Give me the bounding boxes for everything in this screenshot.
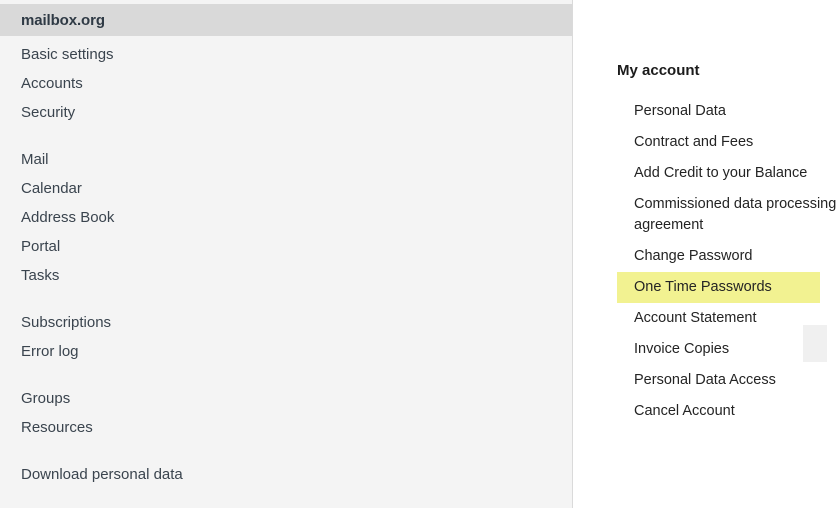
- brand-label: mailbox.org: [21, 11, 105, 29]
- sidebar-item-mail[interactable]: Mail: [0, 145, 572, 174]
- account-menu-list: Personal Data Contract and Fees Add Credit…: [574, 96, 839, 427]
- account-panel-title: My account: [617, 62, 700, 79]
- account-menu-item-invoice-copies[interactable]: Invoice Copies: [574, 334, 839, 365]
- sidebar-item-security[interactable]: Security: [0, 98, 572, 127]
- account-menu-item-add-credit-to-your-balance[interactable]: Add Credit to your Balance: [574, 158, 839, 189]
- account-menu-item-account-statement[interactable]: Account Statement: [574, 303, 839, 334]
- account-menu-item-label: Personal Data: [634, 103, 726, 119]
- account-menu-item-label: Commissioned data processing agreement: [634, 196, 837, 233]
- sidebar-item-groups[interactable]: Groups: [0, 384, 572, 413]
- sidebar-item-resources[interactable]: Resources: [0, 413, 572, 442]
- sidebar-item-error-log[interactable]: Error log: [0, 337, 572, 366]
- account-menu-item-label: Account Statement: [634, 310, 757, 326]
- sidebar-item-tasks[interactable]: Tasks: [0, 261, 572, 290]
- account-menu-item-label: One Time Passwords: [634, 279, 772, 295]
- settings-sidebar: mailbox.org Basic settings Accounts Securi…: [0, 0, 573, 508]
- account-menu-item-label: Contract and Fees: [634, 134, 754, 150]
- account-menu-item-contract-and-fees[interactable]: Contract and Fees: [574, 127, 839, 158]
- sidebar-item-subscriptions[interactable]: Subscriptions: [0, 308, 572, 337]
- selection-gutter-block: [803, 325, 827, 362]
- account-panel: My account Personal Data Contract and Fee…: [574, 0, 839, 508]
- account-menu-item-label: Change Password: [634, 248, 753, 264]
- sidebar-brand-header: mailbox.org: [0, 4, 572, 36]
- sidebar-item-accounts[interactable]: Accounts: [0, 69, 572, 98]
- sidebar-group: Mail Calendar Address Book Portal Tasks: [0, 145, 572, 290]
- account-menu-item-personal-data[interactable]: Personal Data: [574, 96, 839, 127]
- account-menu-item-label: Invoice Copies: [634, 341, 730, 357]
- account-menu-item-label: Cancel Account: [634, 403, 735, 419]
- account-menu-item-label: Personal Data Access: [634, 372, 776, 388]
- sidebar-item-address-book[interactable]: Address Book: [0, 203, 572, 232]
- account-menu-item-cancel-account[interactable]: Cancel Account: [574, 396, 839, 427]
- sidebar-group: Groups Resources: [0, 384, 572, 442]
- account-menu-item-commissioned-data-processing-agreement[interactable]: Commissioned data processing agreement: [574, 189, 839, 241]
- sidebar-navigation: Basic settings Accounts Security Mail Calend…: [0, 36, 572, 489]
- sidebar-group: Subscriptions Error log: [0, 308, 572, 366]
- account-menu-item-label: Add Credit to your Balance: [634, 165, 808, 181]
- sidebar-item-calendar[interactable]: Calendar: [0, 174, 572, 203]
- sidebar-group: Basic settings Accounts Security: [0, 40, 572, 127]
- sidebar-item-basic-settings[interactable]: Basic settings: [0, 40, 572, 69]
- account-menu-item-change-password[interactable]: Change Password: [574, 241, 839, 272]
- account-menu-item-personal-data-access[interactable]: Personal Data Access: [574, 365, 839, 396]
- sidebar-item-download-personal-data[interactable]: Download personal data: [0, 460, 572, 489]
- sidebar-item-portal[interactable]: Portal: [0, 232, 572, 261]
- sidebar-group: Download personal data: [0, 460, 572, 489]
- account-menu-item-one-time-passwords[interactable]: One Time Passwords: [617, 272, 820, 303]
